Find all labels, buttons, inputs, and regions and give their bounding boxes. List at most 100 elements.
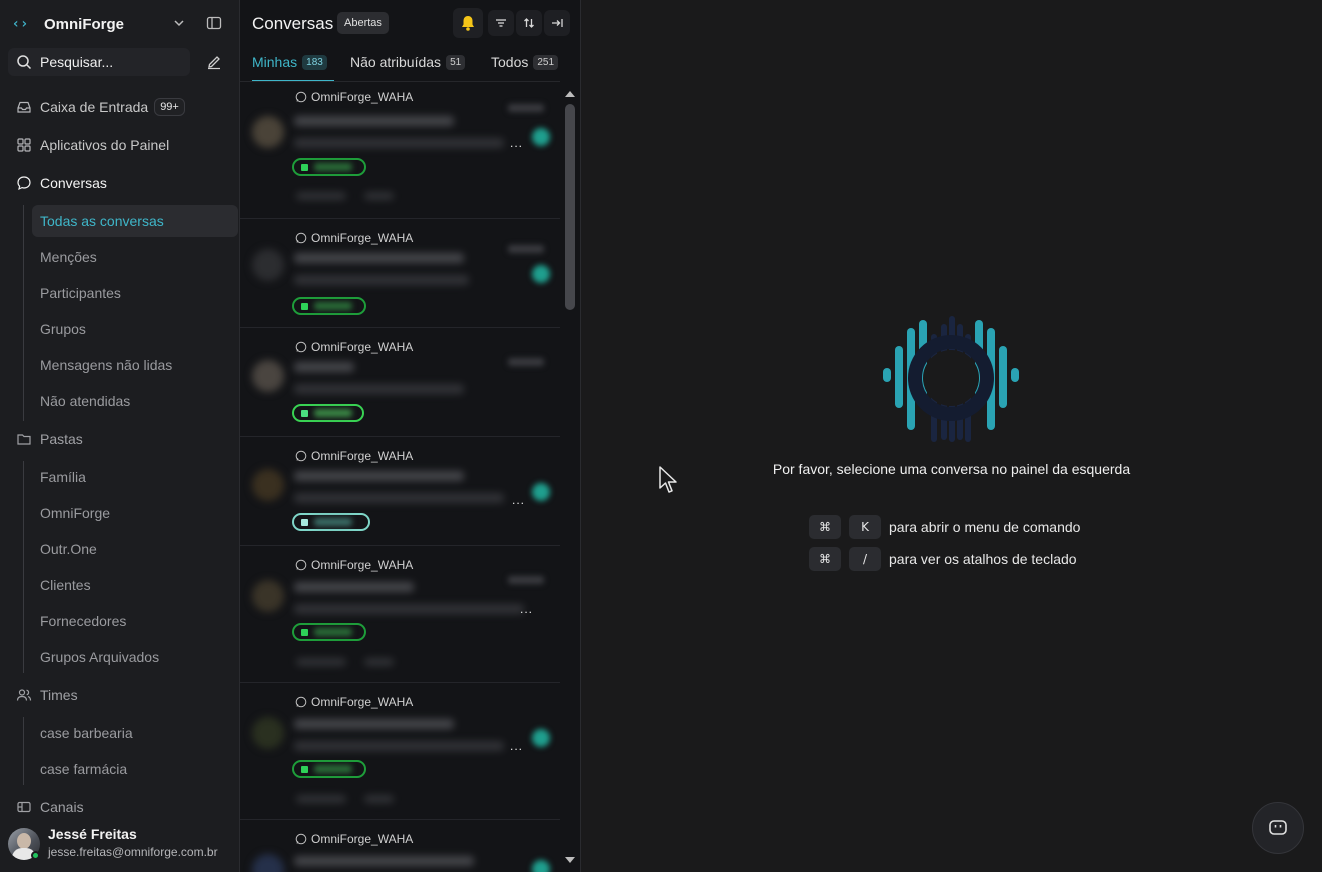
users-icon [16,689,32,701]
notifications-button[interactable] [453,8,483,38]
chevron-down-icon[interactable] [172,16,186,30]
message-preview-redacted [294,384,464,394]
user-profile-menu[interactable]: Jessé Freitas jesse.freitas@omniforge.co… [8,826,236,866]
sidebar-item-folders[interactable]: Pastas [16,427,83,451]
status-filter-chip[interactable]: Abertas [337,12,389,34]
tab-mine[interactable]: Minhas 183 [252,54,327,70]
more-indicator: ... [510,136,524,150]
avatar [252,469,284,501]
pencil-icon [208,56,220,70]
grid-icon [17,138,31,152]
timestamp-redacted [508,245,544,253]
search-input[interactable]: Pesquisar... [8,48,190,76]
meta-redacted [296,658,346,666]
inbox-name: OmniForge_WAHA [311,90,414,104]
tree-line [23,461,24,673]
sidebar-item-unattended[interactable]: Não atendidas [40,391,130,411]
shortcut-key: / [849,547,881,571]
account-switcher[interactable]: ‹› OmniForge [10,10,232,38]
contact-name-redacted [294,362,354,372]
scrollbar-thumb[interactable] [565,104,575,310]
inbox-name: OmniForge_WAHA [311,695,414,709]
sidebar-item-dashboard-apps[interactable]: Aplicativos do Painel [16,133,169,157]
sidebar-item-participants[interactable]: Participantes [40,283,121,303]
sidebar-item-label: Times [40,687,78,703]
inbox-indicator: OmniForge_WAHA [295,90,413,104]
filter-button[interactable] [488,10,514,36]
user-name: Jessé Freitas [48,826,137,842]
label-tag [292,404,364,422]
sidebar-item-channels[interactable]: Canais [16,795,84,819]
tab-count-badge: 183 [302,54,327,70]
meta-redacted [364,192,394,200]
avatar [252,116,284,148]
inbox-name: OmniForge_WAHA [311,558,414,572]
message-preview-redacted [294,493,504,503]
sidebar-item-label: Caixa de Entrada [40,99,149,115]
user-email: jesse.freitas@omniforge.com.br [48,845,218,859]
sidebar-item-mentions[interactable]: Menções [40,247,97,267]
whatsapp-icon [295,450,307,462]
avatar [252,580,284,612]
more-indicator: ... [510,739,524,753]
sort-button[interactable] [516,10,542,36]
support-chat-button[interactable] [1252,802,1304,854]
sidebar-item-folder-outrone[interactable]: Outr.One [40,539,97,559]
label-tag [292,623,366,641]
sidebar-item-teams[interactable]: Times [16,683,78,707]
collapse-panel-button[interactable] [544,10,570,36]
conversation-tabs: Minhas 183 Não atribuídas 51 Todos 251 [252,50,570,82]
whatsapp-icon [295,91,307,103]
conversation-card[interactable]: OmniForge_WAHA ... [240,683,560,820]
meta-redacted [364,658,394,666]
tab-unassigned[interactable]: Não atribuídas 51 [350,54,466,70]
sidebar-item-folder-omniforge[interactable]: OmniForge [40,503,110,523]
scroll-down-arrow-icon[interactable] [564,855,576,865]
avatar [252,854,284,872]
more-indicator: ... [520,602,534,616]
conversation-card[interactable]: OmniForge_WAHA [240,328,560,437]
sidebar-item-unread[interactable]: Mensagens não lidas [40,355,172,375]
inbox-indicator: OmniForge_WAHA [295,558,413,572]
tab-label: Todos [491,54,529,70]
sidebar-item-folder-fornecedores[interactable]: Fornecedores [40,611,126,631]
conversation-card[interactable]: OmniForge_WAHA [240,820,560,872]
sidebar-item-groups[interactable]: Grupos [40,319,86,339]
conversation-card[interactable]: OmniForge_WAHA [240,219,560,328]
unread-count-badge [532,483,550,501]
folder-icon [17,434,31,445]
inbox-icon [17,101,31,113]
conversation-card[interactable]: OmniForge_WAHA ... [240,82,560,219]
sidebar-item-label: Canais [40,799,84,815]
inbox-name: OmniForge_WAHA [311,340,414,354]
inbox-name: OmniForge_WAHA [311,832,414,846]
sidebar-item-all-conversations[interactable]: Todas as conversas [32,205,238,237]
sidebar-item-inbox[interactable]: Caixa de Entrada 99+ [16,95,185,119]
tab-all[interactable]: Todos 251 [491,54,559,70]
inbox-count-badge: 99+ [154,98,185,116]
sidebar-item-folder-clientes[interactable]: Clientes [40,575,91,595]
sidebar-toggle-icon[interactable] [206,15,222,31]
timestamp-redacted [508,576,544,584]
sidebar-item-team-barbearia[interactable]: case barbearia [40,723,133,743]
conversation-card[interactable]: OmniForge_WAHA ... [240,546,560,683]
label-tag [292,158,366,176]
meta-redacted [364,795,394,803]
avatar [252,717,284,749]
sidebar-item-conversations[interactable]: Conversas [16,171,107,195]
shortcut-command-menu: ⌘ K para abrir o menu de comando [809,515,1080,539]
tree-line [23,717,24,785]
sidebar-item-folder-archived-groups[interactable]: Grupos Arquivados [40,647,159,667]
omniforge-logo-icon: ‹› [11,16,29,32]
more-indicator: ... [512,493,526,507]
scroll-up-arrow-icon[interactable] [564,89,576,99]
chat-widget-icon [1269,820,1287,835]
conversation-card[interactable]: OmniForge_WAHA ... [240,437,560,546]
bell-icon [462,16,474,31]
sidebar-item-team-farmacia[interactable]: case farmácia [40,759,127,779]
timestamp-redacted [508,358,544,366]
sidebar-item-folder-familia[interactable]: Família [40,467,86,487]
compose-button[interactable] [200,48,228,76]
meta-redacted [296,192,346,200]
command-key: ⌘ [809,515,841,539]
